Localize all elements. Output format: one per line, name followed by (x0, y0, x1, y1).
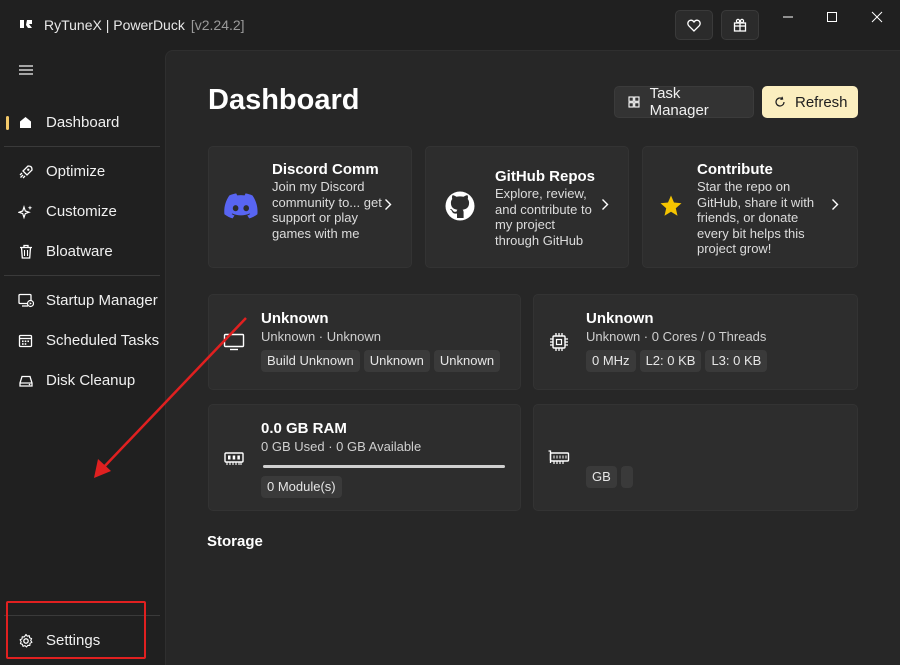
annotation-arrow (94, 317, 247, 478)
annotation-highlight-box (6, 601, 146, 659)
